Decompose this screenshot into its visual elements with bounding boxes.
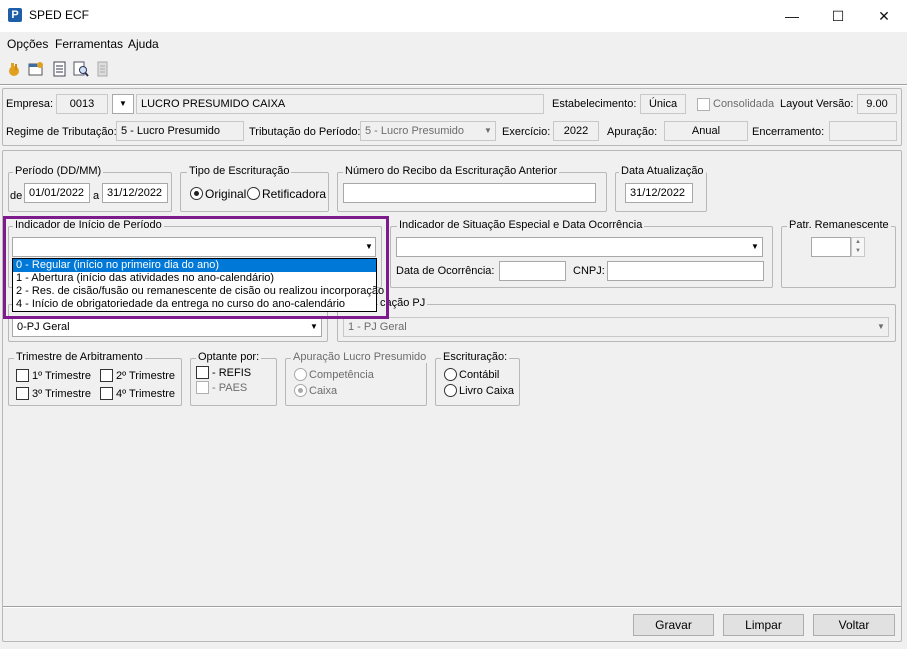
- recibo-title: Número do Recibo da Escrituração Anterio…: [343, 165, 560, 177]
- trimestre-4-label: 4º Trimestre: [116, 388, 176, 400]
- tributacao-chevron-icon: ▼: [484, 126, 492, 135]
- tipo-original-radio[interactable]: [190, 187, 203, 200]
- optante-title: Optante por:: [196, 351, 262, 363]
- escrituracao-group: [435, 358, 520, 406]
- empresa-name-field: LUCRO PRESUMIDO CAIXA: [136, 94, 544, 114]
- tipo-title: Tipo de Escrituração: [187, 165, 292, 177]
- consolidada-checkbox: [697, 98, 710, 111]
- livro-caixa-label: Livro Caixa: [459, 385, 515, 397]
- menu-ferramentas[interactable]: Ferramentas: [55, 37, 123, 51]
- tipo-retificadora-radio[interactable]: [247, 187, 260, 200]
- contabil-label: Contábil: [459, 369, 500, 381]
- layout-field: 9.00: [857, 94, 897, 114]
- layout-label: Layout Versão:: [780, 98, 854, 110]
- trimestre-1-label: 1º Trimestre: [32, 370, 92, 382]
- periodo-title: Período (DD/MM): [13, 165, 104, 177]
- periodo-end-field[interactable]: 31/12/2022: [102, 183, 168, 203]
- regime-label: Regime de Tributação:: [6, 126, 117, 138]
- caixa-radio: [294, 384, 307, 397]
- patr-title: Patr. Remanescente: [787, 219, 891, 231]
- trimestre-3-checkbox[interactable]: [16, 387, 29, 400]
- trimestre-2-checkbox[interactable]: [100, 369, 113, 382]
- empresa-code-field: 0013: [56, 94, 108, 114]
- data-atualizacao-field[interactable]: 31/12/2022: [625, 183, 693, 203]
- trimestre-title: Trimestre de Arbitramento: [14, 351, 145, 363]
- estabelecimento-label: Estabelecimento:: [552, 98, 637, 110]
- document-icon[interactable]: [52, 61, 68, 77]
- patr-spinner[interactable]: ▲ ▼: [851, 237, 865, 257]
- patr-field[interactable]: [811, 237, 851, 257]
- competencia-radio: [294, 368, 307, 381]
- cnpj-field[interactable]: [607, 261, 764, 281]
- limpar-button[interactable]: Limpar: [723, 614, 804, 636]
- periodo-a-label: a: [93, 190, 100, 202]
- encerramento-field: [829, 121, 897, 141]
- report-icon: [95, 61, 111, 77]
- trimestre-4-checkbox[interactable]: [100, 387, 113, 400]
- contabil-radio[interactable]: [444, 368, 457, 381]
- maximize-button[interactable]: ☐: [815, 0, 861, 32]
- gravar-button[interactable]: Gravar: [633, 614, 714, 636]
- app-icon: P: [8, 8, 22, 22]
- situacao-title: Indicador de Situação Especial e Data Oc…: [397, 219, 645, 231]
- empresa-label: Empresa:: [6, 98, 54, 110]
- data-ocorrencia-label: Data de Ocorrência:: [396, 265, 495, 277]
- search-doc-icon[interactable]: [73, 61, 89, 77]
- refis-checkbox[interactable]: [196, 366, 209, 379]
- tributacao-label: Tributação do Período:: [249, 126, 361, 138]
- data-ocorrencia-field[interactable]: [499, 261, 566, 281]
- menu-opcoes[interactable]: Opções: [7, 37, 48, 51]
- close-button[interactable]: ✕: [861, 0, 907, 32]
- caixa-label: Caixa: [309, 385, 338, 397]
- apuracao-label: Apuração:: [607, 126, 658, 138]
- patr-group: [781, 226, 896, 288]
- tributacao-select: 5 - Lucro Presumido: [360, 121, 496, 141]
- encerramento-label: Encerramento:: [752, 126, 825, 138]
- qualif-right-chevron-icon: ▼: [877, 322, 885, 331]
- minimize-button[interactable]: —: [769, 0, 815, 32]
- periodo-de-label: de: [10, 190, 23, 202]
- consolidada-label: Consolidada: [713, 98, 775, 110]
- tipo-retificadora-label: Retificadora: [262, 187, 327, 201]
- apuracao-lp-title: Apuração Lucro Presumido: [291, 351, 429, 363]
- exercicio-label: Exercício:: [502, 126, 551, 138]
- trimestre-2-label: 2º Trimestre: [116, 370, 176, 382]
- qualif-left-chevron-icon: ▼: [310, 322, 318, 331]
- paes-label: - PAES: [212, 382, 248, 394]
- qualif-right-select: 1 - PJ Geral: [343, 317, 889, 337]
- bottom-separator: [3, 606, 901, 608]
- situacao-chevron-icon: ▼: [751, 242, 759, 251]
- apuracao-lp-group: [285, 358, 427, 406]
- competencia-label: Competência: [309, 369, 374, 381]
- escrituracao-title: Escrituração:: [441, 351, 510, 363]
- menu-ajuda[interactable]: Ajuda: [128, 37, 159, 51]
- exercicio-field: 2022: [553, 121, 599, 141]
- voltar-button[interactable]: Voltar: [813, 614, 895, 636]
- empresa-dropdown-button[interactable]: ▼: [112, 94, 134, 114]
- trimestre-3-label: 3º Trimestre: [32, 388, 92, 400]
- trimestre-1-checkbox[interactable]: [16, 369, 29, 382]
- highlight-box: [3, 216, 389, 319]
- data-atualizacao-title: Data Atualização: [619, 165, 706, 177]
- estabelecimento-field: Única: [640, 94, 686, 114]
- separator: [0, 84, 907, 86]
- periodo-start-field[interactable]: 01/01/2022: [24, 183, 90, 203]
- recibo-field[interactable]: [343, 183, 596, 203]
- paes-checkbox: [196, 381, 209, 394]
- qualif-left-select[interactable]: 0-PJ Geral: [12, 317, 322, 337]
- tipo-original-label: Original: [205, 187, 247, 201]
- livro-caixa-radio[interactable]: [444, 384, 457, 397]
- situacao-select[interactable]: [396, 237, 763, 257]
- properties-icon[interactable]: [28, 61, 44, 77]
- cnpj-label: CNPJ:: [573, 265, 605, 277]
- window-title: SPED ECF: [29, 8, 90, 22]
- hand-icon[interactable]: [6, 61, 22, 77]
- refis-label: - REFIS: [212, 367, 252, 379]
- regime-field: 5 - Lucro Presumido: [116, 121, 244, 141]
- apuracao-field: Anual: [664, 121, 748, 141]
